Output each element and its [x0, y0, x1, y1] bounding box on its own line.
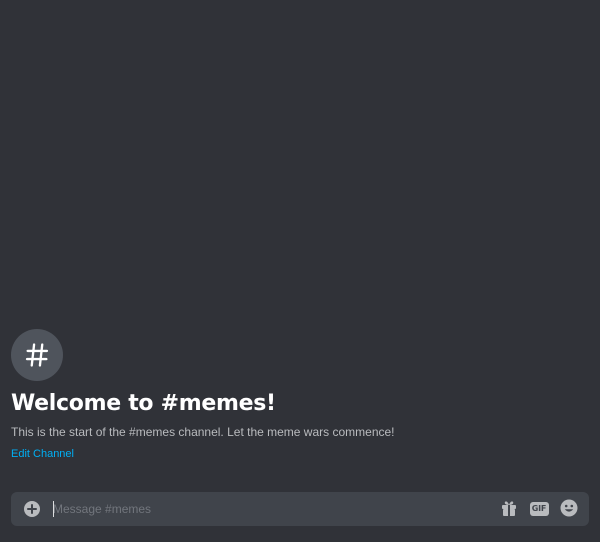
channel-description: This is the start of the #memes channel.… [11, 425, 395, 439]
hashtag-icon [23, 341, 51, 369]
chat-area: Welcome to #memes! This is the start of … [0, 0, 600, 542]
welcome-title: Welcome to #memes! [11, 391, 276, 416]
gif-picker-button[interactable]: GIF [529, 499, 549, 519]
emoji-icon [560, 499, 578, 520]
text-cursor [53, 501, 54, 517]
gift-button[interactable] [499, 499, 519, 519]
gift-icon [500, 499, 518, 520]
channel-hashtag-avatar [11, 329, 63, 381]
edit-channel-link[interactable]: Edit Channel [11, 447, 74, 461]
message-composer: GIF [11, 492, 589, 526]
gif-icon: GIF [529, 502, 549, 516]
message-input[interactable] [53, 498, 473, 520]
emoji-picker-button[interactable] [559, 499, 579, 519]
plus-circle-icon [23, 500, 41, 518]
add-attachment-button[interactable] [23, 500, 41, 518]
